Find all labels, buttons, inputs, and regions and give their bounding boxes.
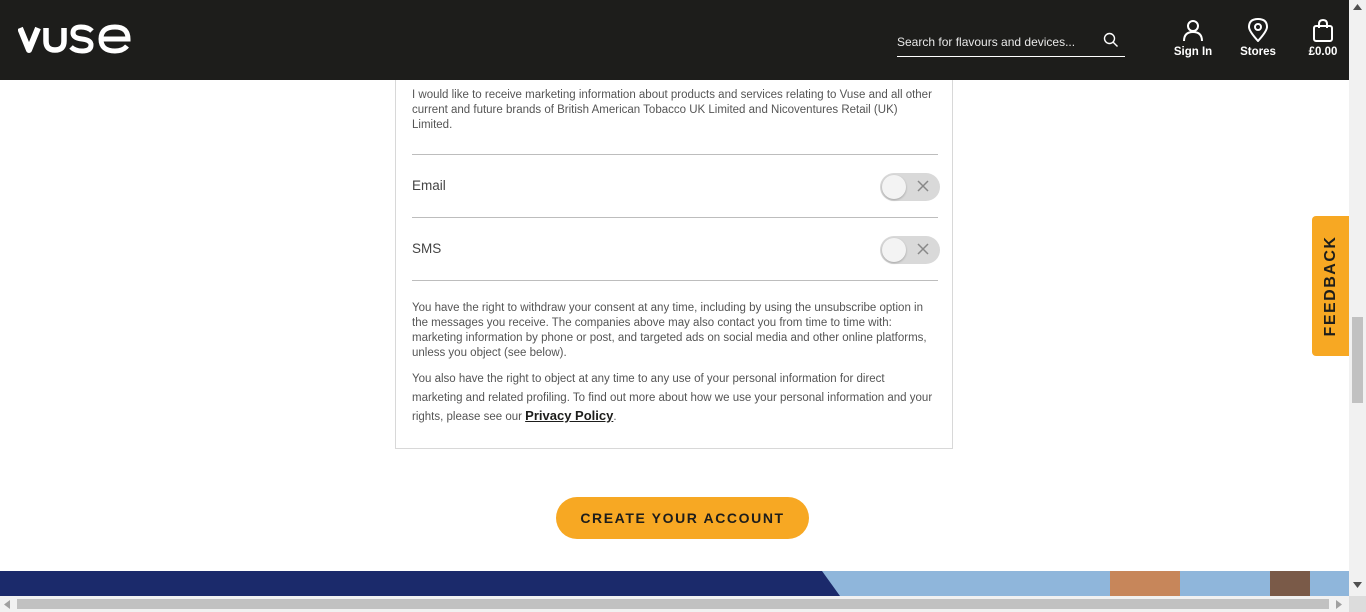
close-icon [917,180,929,192]
vuse-logo-mark [17,24,131,54]
stores-link[interactable]: Stores [1238,18,1278,58]
site-header: Sign In Stores £0.00 [0,0,1349,80]
vertical-scrollbar[interactable] [1349,0,1366,596]
scrollbar-thumb[interactable] [1352,317,1363,403]
scrollbar-thumb[interactable] [17,599,1329,609]
divider [412,154,938,155]
privacy-policy-link[interactable]: Privacy Policy [525,408,613,423]
vuse-logo[interactable] [17,22,132,59]
basket-icon [1313,18,1333,42]
stores-label: Stores [1240,46,1276,58]
toggle-knob [882,238,906,262]
banner-image [0,571,1349,596]
email-option-label: Email [412,178,446,193]
marketing-preferences-card: I would like to receive marketing inform… [395,80,953,449]
scroll-up-icon[interactable] [1353,4,1362,10]
toggle-knob [882,175,906,199]
email-toggle[interactable] [880,173,940,201]
sms-option-label: SMS [412,241,442,256]
feedback-tab[interactable]: FEEDBACK [1312,216,1349,356]
divider [412,217,938,218]
location-pin-icon [1247,18,1269,42]
basket-total: £0.00 [1308,46,1338,58]
scroll-right-icon[interactable] [1336,600,1342,609]
horizontal-scrollbar[interactable] [0,596,1349,612]
search-input[interactable] [897,35,1092,49]
sms-toggle[interactable] [880,236,940,264]
search-icon[interactable] [1103,32,1119,53]
search-bar [897,28,1125,57]
scroll-left-icon[interactable] [4,600,10,609]
divider [412,280,938,281]
promo-banner [0,571,1349,596]
object-rights-end: . [613,411,617,423]
feedback-label: FEEDBACK [1321,235,1339,337]
withdraw-consent-text: You have the right to withdraw your cons… [412,302,927,359]
sign-in-link[interactable]: Sign In [1172,18,1214,58]
object-rights-body: You also have the right to object at any… [412,373,933,423]
user-icon [1183,20,1203,42]
scroll-down-icon[interactable] [1353,582,1362,588]
marketing-intro-text: I would like to receive marketing inform… [412,89,932,131]
scrollbar-corner [1349,596,1366,612]
basket-link[interactable]: £0.00 [1303,18,1343,58]
sign-in-label: Sign In [1173,46,1213,58]
create-account-button[interactable]: CREATE YOUR ACCOUNT [556,497,809,539]
object-rights-text: You also have the right to object at any… [412,370,938,427]
close-icon [917,243,929,255]
